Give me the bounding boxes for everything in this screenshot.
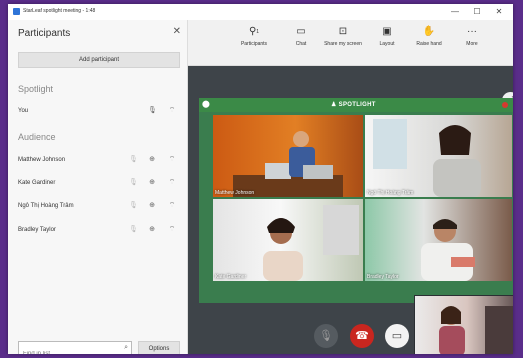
spotlight-add-icon[interactable]: ⊕ (148, 156, 156, 164)
mic-off-icon: 🎙 (319, 330, 333, 342)
layout-button[interactable]: ▣ Layout (372, 26, 402, 62)
participant-row[interactable]: Kate Gardiner 🎙 ⊕ ⌔ (8, 177, 188, 191)
video-feed (263, 205, 359, 281)
share-screen-button[interactable]: ⊡ Share my screen (324, 26, 362, 62)
participants-button[interactable]: ⚲1 Participants (234, 26, 274, 62)
self-view-preview[interactable] (414, 295, 513, 354)
layout-icon: ▣ (382, 26, 392, 37)
search-icon: ⌕ (124, 344, 128, 351)
mic-muted-icon[interactable]: 🎙 (129, 156, 138, 164)
spotlight-add-icon[interactable]: ⊕ (148, 202, 156, 210)
participant-name: Matthew Johnson (18, 157, 66, 163)
video-tile[interactable]: Kate Gardiner (213, 199, 363, 281)
pin-icon: ⬤ (202, 101, 210, 108)
wifi-icon: ⌔ (168, 202, 176, 209)
tile-name: Ngô Thị Hoàng Trâm (367, 190, 414, 196)
wifi-icon: ⌔ (168, 226, 176, 233)
spotlight-heading: Spotlight (18, 84, 54, 94)
tile-name: Bradley Taylor (367, 274, 399, 280)
spotlight-label: ♟ SPOTLIGHT (331, 101, 376, 108)
hand-icon: ✋ (422, 26, 436, 37)
tile-name: Kate Gardiner (215, 274, 247, 280)
more-label: More (466, 41, 478, 47)
tile-name: Matthew Johnson (215, 190, 255, 196)
title-bar: StarLeaf spotlight meeting - 1:48 — ☐ ✕ (8, 4, 513, 20)
wifi-icon: ⌔ (168, 156, 176, 163)
wifi-icon: ⌔ (168, 179, 176, 186)
window-title: StarLeaf spotlight meeting - 1:48 (23, 8, 96, 14)
add-participant-button[interactable]: Add participant (18, 52, 180, 68)
spotlight-add-icon[interactable]: ⊕ (148, 226, 156, 234)
spotlight-add-icon[interactable]: ⊕ (148, 179, 156, 187)
panel-title: Participants (18, 28, 71, 39)
hang-up-button[interactable]: ☎ (350, 324, 374, 348)
video-feed (421, 219, 475, 281)
video-feed (373, 119, 481, 197)
participant-row[interactable]: Ngô Thị Hoàng Trâm 🎙 ⊕ ⌔ (8, 200, 188, 214)
participant-row[interactable]: You 🎙 ⌔ (8, 105, 188, 119)
participants-label: Participants (240, 41, 268, 47)
options-button[interactable]: Options (138, 341, 180, 354)
raise-hand-button[interactable]: ✋ Raise hand (410, 26, 448, 62)
hangup-icon: ☎ (355, 330, 369, 342)
recording-indicator (502, 102, 508, 108)
starleaf-window: StarLeaf spotlight meeting - 1:48 — ☐ ✕ … (8, 4, 513, 354)
maximize-button[interactable]: ☐ (467, 6, 487, 18)
raise-hand-label: Raise hand (416, 41, 442, 47)
share-screen-icon: ⊡ (338, 26, 348, 37)
self-video-feed (439, 306, 513, 354)
video-tile[interactable]: Bradley Taylor (365, 199, 512, 281)
spotlight-person-icon: ♟ (331, 102, 337, 108)
starleaf-app-icon (13, 8, 20, 15)
participants-panel: Participants ✕ Add participant Spotlight… (8, 20, 188, 354)
meeting-toolbar: ⚲1 Participants ▭ Chat ⊡ Share my screen… (188, 20, 513, 66)
chat-button[interactable]: ▭ Chat (288, 26, 314, 62)
more-icon: ··· (467, 26, 477, 37)
more-button[interactable]: ··· More (458, 26, 486, 62)
audience-heading: Audience (18, 132, 56, 142)
participant-row[interactable]: Bradley Taylor 🎙 ⊕ ⌔ (8, 224, 188, 238)
meeting-area: ⚲1 Participants ▭ Chat ⊡ Share my screen… (188, 20, 513, 354)
share-screen-label: Share my screen (324, 41, 362, 47)
participant-name: Kate Gardiner (18, 180, 56, 186)
mic-icon[interactable]: 🎙 (148, 107, 157, 115)
find-in-list-field[interactable]: ⌕ (18, 341, 132, 354)
participants-icon: ⚲1 (248, 26, 260, 37)
mute-microphone-button[interactable]: 🎙 (314, 324, 338, 348)
chat-icon: ▭ (296, 26, 306, 37)
mic-muted-icon[interactable]: 🎙 (129, 179, 138, 187)
find-in-list-input[interactable] (19, 347, 119, 354)
camera-icon: ▭ (391, 330, 403, 342)
window-close-button[interactable]: ✕ (489, 6, 509, 18)
participant-name: You (18, 108, 29, 114)
mic-muted-icon[interactable]: 🎙 (129, 226, 138, 234)
spotlight-title: SPOTLIGHT (338, 102, 376, 108)
spotlight-stage: ⬤ ♟ SPOTLIGHT Matthew Johnson Ngô Thị Ho… (199, 98, 513, 303)
video-tile[interactable]: Ngô Thị Hoàng Trâm (365, 115, 512, 197)
participant-name: Bradley Taylor (18, 227, 56, 233)
minimize-button[interactable]: — (445, 6, 465, 18)
mic-muted-icon[interactable]: 🎙 (129, 202, 138, 210)
participant-name: Ngô Thị Hoàng Trâm (18, 203, 74, 209)
video-tile[interactable]: Matthew Johnson (213, 115, 363, 197)
chat-label: Chat (295, 41, 307, 47)
close-panel-icon[interactable]: ✕ (173, 26, 181, 37)
spotlight-banner: ⬤ ♟ SPOTLIGHT (199, 98, 513, 112)
wifi-icon: ⌔ (168, 107, 176, 114)
participant-count-badge: 1 (256, 29, 260, 35)
video-feed (233, 131, 343, 197)
camera-toggle-button[interactable]: ▭ (385, 324, 409, 348)
participant-row[interactable]: Matthew Johnson 🎙 ⊕ ⌔ (8, 154, 188, 168)
layout-label: Layout (379, 41, 395, 47)
